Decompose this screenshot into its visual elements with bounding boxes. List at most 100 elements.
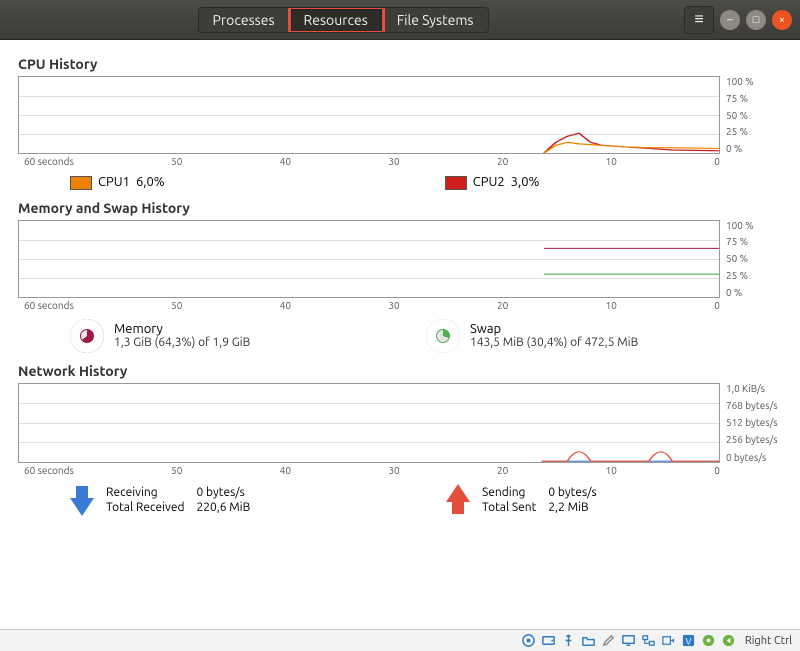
cpu2-legend[interactable]: CPU2 3,0% — [445, 175, 540, 190]
display-icon[interactable] — [621, 633, 637, 649]
xl: 50 — [171, 300, 182, 311]
main-content: CPU History 100 % 75 % 50 % 25 % 0 % 60 … — [0, 40, 800, 522]
yl: 100 % — [726, 220, 782, 231]
lbl: CPU1 — [98, 175, 130, 189]
xl: 40 — [280, 300, 291, 311]
hamburger-menu-button[interactable]: ≡ — [684, 6, 714, 34]
xl: 10 — [606, 300, 617, 311]
sending-block[interactable]: Sending0 bytes/s Total Sent2,2 MiB — [446, 484, 782, 516]
window-maximize-button[interactable]: □ — [746, 10, 766, 30]
swap-detail: 143,5 MiB (30,4%) of 472,5 MiB — [470, 336, 638, 349]
memory-detail: 1,3 GiB (64,3%) of 1,9 GiB — [114, 336, 250, 349]
xl: 60 seconds — [24, 300, 74, 311]
mem-plot — [19, 221, 719, 297]
xl: 30 — [388, 465, 399, 476]
tab-resources[interactable]: Resources — [290, 8, 383, 32]
xl: 40 — [280, 465, 291, 476]
yl: 75 % — [726, 236, 782, 247]
cpu-plot — [19, 77, 719, 153]
window-minimize-button[interactable]: – — [720, 10, 740, 30]
shared-folder-icon[interactable] — [581, 633, 597, 649]
memory-history-title: Memory and Swap History — [18, 200, 782, 216]
xl: 30 — [388, 156, 399, 167]
recv-total-label: Total Received — [106, 501, 194, 514]
xl: 50 — [171, 465, 182, 476]
memory-legend-block[interactable]: Memory 1,3 GiB (64,3%) of 1,9 GiB — [70, 319, 426, 353]
yl: 768 bytes/s — [726, 400, 782, 411]
send-label: Sending — [482, 486, 546, 499]
xl: 20 — [497, 300, 508, 311]
recv-rate: 0 bytes/s — [196, 486, 260, 499]
receiving-block[interactable]: Receiving0 bytes/s Total Received220,6 M… — [70, 484, 406, 516]
yl: 0 % — [726, 287, 782, 298]
usb-icon[interactable] — [561, 633, 577, 649]
tab-processes[interactable]: Processes — [199, 8, 290, 32]
settings-icon[interactable] — [701, 633, 717, 649]
view-switcher: Processes Resources File Systems — [198, 7, 489, 33]
yl: 50 % — [726, 110, 782, 121]
svg-text:V: V — [686, 635, 692, 646]
swap-legend-block[interactable]: Swap 143,5 MiB (30,4%) of 472,5 MiB — [426, 319, 782, 353]
mem-x-labels: 60 seconds 50 40 30 20 10 0 — [18, 300, 782, 311]
xl: 20 — [497, 156, 508, 167]
net-x-labels: 60 seconds 50 40 30 20 10 0 — [18, 465, 782, 476]
cpu1-legend[interactable]: CPU1 6,0% — [70, 175, 165, 190]
xl: 0 — [714, 300, 720, 311]
vbox-icon[interactable]: V — [681, 633, 697, 649]
net-plot — [19, 384, 719, 462]
yl: 75 % — [726, 93, 782, 104]
yl: 25 % — [726, 126, 782, 137]
cpu-legend: CPU1 6,0% CPU2 3,0% — [70, 175, 782, 190]
record-icon[interactable] — [661, 633, 677, 649]
val: 6,0% — [136, 175, 165, 189]
edit-icon[interactable] — [601, 633, 617, 649]
host-key-label: Right Ctrl — [745, 635, 792, 647]
cpu-history-title: CPU History — [18, 56, 782, 72]
net-y-labels: 1,0 KiB/s 768 bytes/s 512 bytes/s 256 by… — [720, 383, 782, 463]
download-arrow-icon — [70, 498, 94, 516]
network-icon[interactable] — [641, 633, 657, 649]
hamburger-icon: ≡ — [694, 10, 703, 29]
network-legend: Receiving0 bytes/s Total Received220,6 M… — [70, 484, 782, 516]
recv-total: 220,6 MiB — [196, 501, 260, 514]
xl: 0 — [714, 156, 720, 167]
swap-pie-icon — [426, 319, 460, 353]
hdd-icon[interactable] — [541, 633, 557, 649]
swap-label: Swap — [470, 322, 638, 336]
upload-arrow-icon — [446, 484, 470, 502]
send-total-label: Total Sent — [482, 501, 546, 514]
yl: 256 bytes/s — [726, 434, 782, 445]
window-close-button[interactable]: × — [772, 10, 792, 30]
memory-pie-icon — [70, 319, 104, 353]
mem-legend: Memory 1,3 GiB (64,3%) of 1,9 GiB Swap 1… — [70, 319, 782, 353]
mem-y-labels: 100 % 75 % 50 % 25 % 0 % — [720, 220, 782, 298]
xl: 60 seconds — [24, 156, 74, 167]
xl: 30 — [388, 300, 399, 311]
network-history-title: Network History — [18, 363, 782, 379]
xl: 40 — [280, 156, 291, 167]
yl: 512 bytes/s — [726, 417, 782, 428]
send-rate: 0 bytes/s — [548, 486, 606, 499]
yl: 25 % — [726, 270, 782, 281]
yl: 100 % — [726, 76, 782, 87]
power-icon[interactable] — [721, 633, 737, 649]
send-total: 2,2 MiB — [548, 501, 606, 514]
xl: 60 seconds — [24, 465, 74, 476]
cpu-chart — [18, 76, 720, 154]
val: 3,0% — [511, 175, 540, 189]
cpu-y-labels: 100 % 75 % 50 % 25 % 0 % — [720, 76, 782, 154]
xl: 10 — [606, 156, 617, 167]
recv-label: Receiving — [106, 486, 194, 499]
cpu1-swatch — [70, 176, 92, 190]
vm-status-bar: V Right Ctrl — [0, 629, 800, 651]
cpu2-swatch — [445, 176, 467, 190]
memory-label: Memory — [114, 322, 250, 336]
tab-filesystems[interactable]: File Systems — [383, 8, 488, 32]
xl: 50 — [171, 156, 182, 167]
disc-icon[interactable] — [521, 633, 537, 649]
xl: 0 — [714, 465, 720, 476]
yl: 1,0 KiB/s — [726, 383, 782, 394]
lbl: CPU2 — [473, 175, 505, 189]
yl: 0 % — [726, 143, 782, 154]
xl: 10 — [606, 465, 617, 476]
